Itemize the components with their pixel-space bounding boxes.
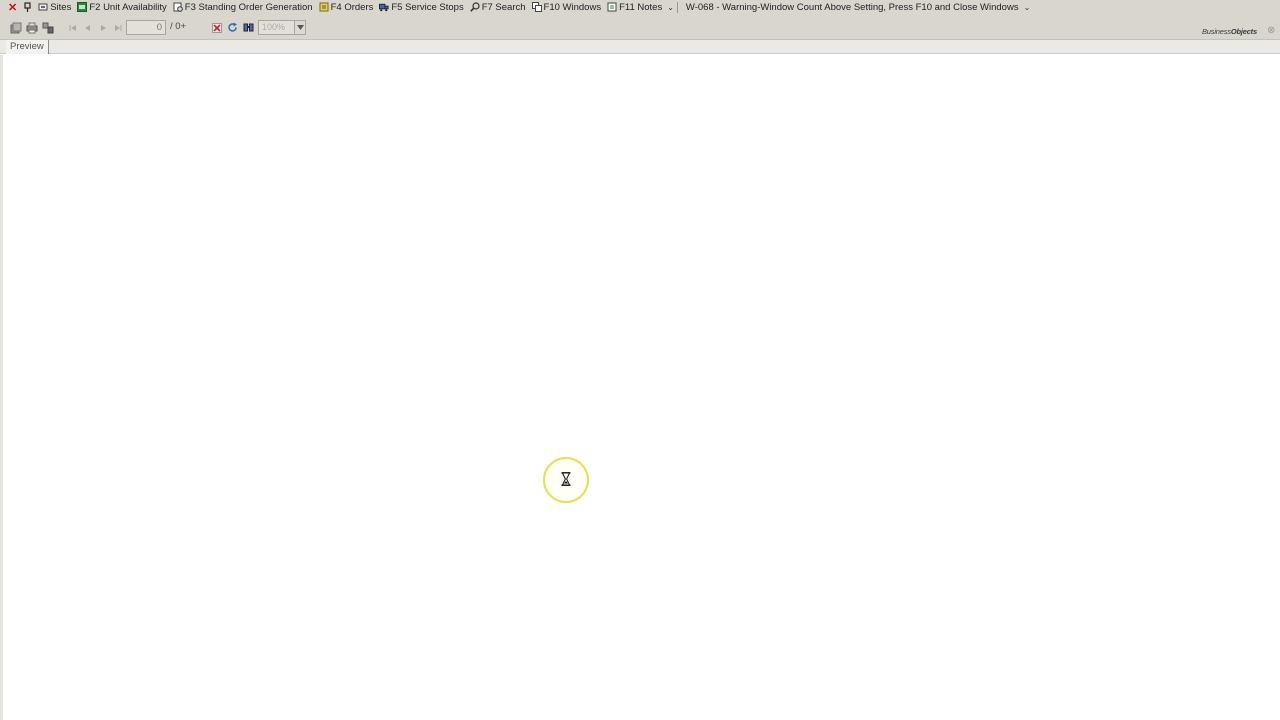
export-icon[interactable] xyxy=(9,21,22,34)
menu-item-label: F11 Notes xyxy=(619,1,663,13)
zoom-value: 100% xyxy=(262,22,286,32)
cursor-highlight xyxy=(543,457,589,503)
menu-item-service-stops[interactable]: F5 Service Stops xyxy=(376,0,466,14)
menu-separator xyxy=(676,1,678,13)
unit-availability-icon xyxy=(77,2,88,12)
hourglass-icon xyxy=(561,471,571,489)
menu-item-label: F10 Windows xyxy=(543,1,602,13)
menu-item-label: F5 Service Stops xyxy=(391,1,464,13)
menu-item-sites[interactable]: Sites xyxy=(35,0,74,14)
tab-preview[interactable]: Preview xyxy=(6,40,49,54)
menu-item-unit-availability[interactable]: F2 Unit Availability xyxy=(74,0,169,14)
zoom-select[interactable]: 100% xyxy=(258,20,306,35)
orders-icon xyxy=(319,2,329,12)
group-tree-icon[interactable] xyxy=(41,21,54,34)
previous-page-icon[interactable] xyxy=(81,21,94,34)
last-page-icon[interactable] xyxy=(111,21,124,34)
business-objects-logo: BusinessObjects xyxy=(1202,27,1257,36)
chevron-down-icon[interactable]: ⌄ xyxy=(667,3,674,12)
warning-message: W-068 - Warning-Window Count Above Setti… xyxy=(683,0,1022,14)
menu-item-windows[interactable]: F10 Windows xyxy=(529,0,605,14)
chevron-down-icon[interactable] xyxy=(294,21,305,34)
report-preview-area[interactable] xyxy=(0,55,1280,720)
report-toolbar: 0 / 0+ 100% BusinessObjects ⊗ xyxy=(0,14,1280,40)
sites-icon xyxy=(38,2,48,12)
standing-order-icon xyxy=(173,2,183,12)
menu-item-label: Sites xyxy=(50,1,72,13)
menu-item-label: F2 Unit Availability xyxy=(89,1,167,13)
search-icon xyxy=(469,2,480,12)
binoculars-icon[interactable] xyxy=(242,21,255,34)
print-icon[interactable] xyxy=(25,21,38,34)
close-icon[interactable]: ⊗ xyxy=(1267,25,1275,36)
page-total: / 0+ xyxy=(170,21,187,32)
service-stops-icon xyxy=(379,2,389,12)
page-number-input[interactable]: 0 xyxy=(126,20,166,35)
first-page-icon[interactable] xyxy=(66,21,79,34)
menu-item-standing-order-generation[interactable]: F3 Standing Order Generation xyxy=(170,0,316,14)
next-page-icon[interactable] xyxy=(96,21,109,34)
chevron-down-icon[interactable]: ⌄ xyxy=(1024,3,1031,12)
warning-text: W-068 - Warning-Window Count Above Setti… xyxy=(685,1,1019,13)
menu-item-label: F3 Standing Order Generation xyxy=(184,1,313,13)
tab-label: Preview xyxy=(10,41,44,52)
menu-item-label: F4 Orders xyxy=(330,1,374,13)
menu-item-orders[interactable]: F4 Orders xyxy=(316,0,377,14)
pin-icon[interactable] xyxy=(20,0,35,14)
menu-item-label: F7 Search xyxy=(481,1,526,13)
notes-icon xyxy=(607,2,617,12)
logo-text-part1: Business xyxy=(1202,27,1231,36)
stop-icon[interactable] xyxy=(210,21,223,34)
refresh-icon[interactable] xyxy=(226,21,239,34)
menu-item-search[interactable]: F7 Search xyxy=(467,0,529,14)
close-icon[interactable]: ✕ xyxy=(0,1,20,14)
tab-strip: Preview xyxy=(0,40,1280,54)
windows-icon xyxy=(531,2,542,12)
menu-bar: ✕ Sites F2 Unit Availability F3 Standing… xyxy=(0,0,1280,14)
logo-text-part2: Objects xyxy=(1230,27,1257,36)
menu-item-notes[interactable]: F11 Notes xyxy=(604,0,665,14)
